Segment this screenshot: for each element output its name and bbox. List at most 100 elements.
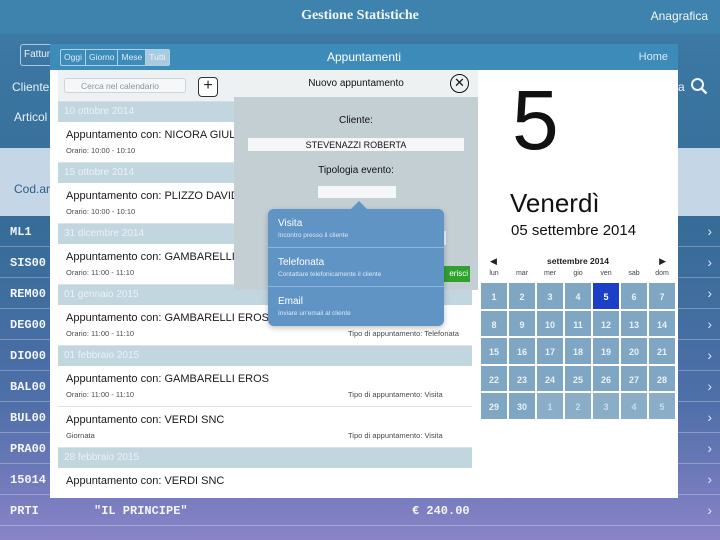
option-visita[interactable]: Visita Incontro presso il cliente — [268, 209, 444, 248]
chevron-right-icon: › — [707, 223, 712, 239]
tipologia-dropdown: Visita Incontro presso il cliente Telefona… — [268, 201, 444, 326]
calendar-day[interactable]: 28 — [648, 364, 676, 392]
article-code: DEG00 — [10, 318, 47, 332]
article-code: BUL00 — [10, 411, 47, 425]
appointments-title: Appuntamenti — [326, 50, 402, 64]
appointment-item[interactable]: Appuntamento con: VERDI SNC — [58, 468, 472, 498]
calendar-day[interactable]: 29 — [480, 392, 508, 420]
calendar-day[interactable]: 9 — [508, 309, 536, 337]
calendar-day[interactable]: 23 — [508, 364, 536, 392]
appointment-title: Appuntamento con: PLIZZO DAVID — [66, 190, 239, 202]
search-partial-text: a — [678, 80, 685, 94]
month-calendar: ◀ settembre 2014 ▶ lun mar mer gio ven sab dom… — [480, 254, 676, 420]
calendar-day[interactable]: 16 — [508, 337, 536, 365]
chevron-right-icon: › — [707, 285, 712, 301]
appointment-item[interactable]: Appuntamento con: GAMBARELLI EROS Orario:… — [58, 366, 472, 407]
appointment-item[interactable]: Appuntamento con: VERDI SNC Giornata Tipo … — [58, 407, 472, 448]
chevron-right-icon: › — [707, 471, 712, 487]
chevron-right-icon: › — [707, 502, 712, 518]
calendar-search-input[interactable]: Cerca nel calendario — [64, 78, 186, 93]
appointment-time: Orario: 10:00 - 10:10 — [66, 207, 136, 216]
calendar-day[interactable]: 2 — [564, 392, 592, 420]
calendar-day[interactable]: 14 — [648, 309, 676, 337]
chevron-right-icon: › — [707, 347, 712, 363]
chevron-right-icon: › — [707, 254, 712, 270]
article-code: SIS00 — [10, 256, 47, 270]
appointment-type: Tipo di appuntamento: Visita — [348, 431, 443, 440]
calendar-day[interactable]: 18 — [564, 337, 592, 365]
appointment-title: Appuntamento con: NICORA GIUL — [66, 129, 236, 141]
search-icon[interactable] — [690, 77, 708, 95]
calendar-panel: 5 Venerdì 05 settembre 2014 ◀ settembre … — [478, 70, 678, 498]
calendar-day[interactable]: 24 — [536, 364, 564, 392]
option-email[interactable]: Email Inviare un'email al cliente — [268, 287, 444, 326]
option-title: Visita — [278, 218, 303, 229]
new-appointment-header: Nuovo appuntamento ✕ — [234, 70, 478, 97]
calendar-day[interactable]: 10 — [536, 309, 564, 337]
article-row[interactable]: PRTI "IL PRINCIPE" € 240.00 › — [0, 495, 720, 526]
chevron-right-icon: › — [707, 316, 712, 332]
calendar-day-selected[interactable]: 5 — [592, 282, 620, 310]
calendar-day[interactable]: 21 — [648, 337, 676, 365]
calendar-day[interactable]: 4 — [564, 282, 592, 310]
calendar-day[interactable]: 2 — [508, 282, 536, 310]
articoli-label: Articol — [14, 110, 48, 124]
calendar-day[interactable]: 8 — [480, 309, 508, 337]
weekday-label: gio — [573, 270, 583, 277]
appointment-title: Appuntamento con: GAMBARELLI EROS — [66, 373, 269, 385]
appointment-time: Orario: 10:00 - 10:10 — [66, 146, 136, 155]
appointment-time: Giornata — [66, 431, 95, 440]
calendar-day[interactable]: 15 — [480, 337, 508, 365]
calendar-day[interactable]: 4 — [620, 392, 648, 420]
appointment-time: Orario: 11:00 - 11:10 — [66, 390, 135, 399]
chevron-right-icon: › — [707, 378, 712, 394]
calendar-day[interactable]: 1 — [536, 392, 564, 420]
calendar-day[interactable]: 17 — [536, 337, 564, 365]
selected-day-number: 5 — [512, 73, 559, 167]
calendar-grid: 1 2 3 4 5 6 7 8 9 10 11 12 13 14 15 16 17 18 19 20 21 22 23 24 2… — [480, 282, 676, 420]
option-subtitle: Incontro presso il cliente — [278, 232, 349, 239]
calendar-day[interactable]: 19 — [592, 337, 620, 365]
calendar-day[interactable]: 13 — [620, 309, 648, 337]
article-code: PRTI — [10, 504, 39, 518]
calendar-day[interactable]: 1 — [480, 282, 508, 310]
calendar-day[interactable]: 5 — [648, 392, 676, 420]
calendar-day[interactable]: 20 — [620, 337, 648, 365]
weekday-label: lun — [489, 270, 499, 277]
close-icon[interactable]: ✕ — [450, 74, 469, 93]
article-code: PRA00 — [10, 442, 47, 456]
home-button[interactable]: Home — [639, 51, 668, 63]
calendar-day[interactable]: 27 — [620, 364, 648, 392]
calendar-day[interactable]: 26 — [592, 364, 620, 392]
cliente-field[interactable] — [248, 138, 464, 151]
tipologia-label: Tipologia evento: — [318, 165, 394, 176]
calendar-day[interactable]: 25 — [564, 364, 592, 392]
article-code: DIO00 — [10, 349, 47, 363]
anagrafica-link[interactable]: Anagrafica — [651, 9, 708, 23]
tipologia-select[interactable] — [318, 186, 396, 198]
calendar-day[interactable]: 11 — [564, 309, 592, 337]
appointment-title: Appuntamento con: VERDI SNC — [66, 475, 225, 487]
calendar-day[interactable]: 22 — [480, 364, 508, 392]
chevron-right-icon: › — [707, 409, 712, 425]
calendar-day[interactable]: 7 — [648, 282, 676, 310]
article-code: 15014 — [10, 473, 47, 487]
selected-full-date: 05 settembre 2014 — [511, 222, 637, 239]
weekday-label: ven — [600, 270, 612, 277]
option-telefonata[interactable]: Telefonata Contattare telefonicamente il … — [268, 248, 444, 287]
add-appointment-button[interactable]: + — [198, 77, 218, 97]
insert-button[interactable]: erisci — [440, 266, 470, 282]
calendar-day[interactable]: 6 — [620, 282, 648, 310]
calendar-day[interactable]: 30 — [508, 392, 536, 420]
next-month-icon[interactable]: ▶ — [659, 256, 666, 267]
selected-day-name: Venerdì — [510, 188, 600, 218]
appointment-title: Appuntamento con: VERDI SNC — [66, 414, 225, 426]
calendar-day[interactable]: 12 — [592, 309, 620, 337]
calendar-day[interactable]: 3 — [536, 282, 564, 310]
article-code: REM00 — [10, 287, 47, 301]
month-label: settembre 2014 — [547, 256, 609, 266]
appointment-title: Appuntamento con: GAMBARELLI — [66, 251, 235, 263]
appointment-type: Tipo di appuntamento: Visita — [348, 390, 443, 399]
calendar-day[interactable]: 3 — [592, 392, 620, 420]
weekday-label: mer — [543, 270, 557, 277]
